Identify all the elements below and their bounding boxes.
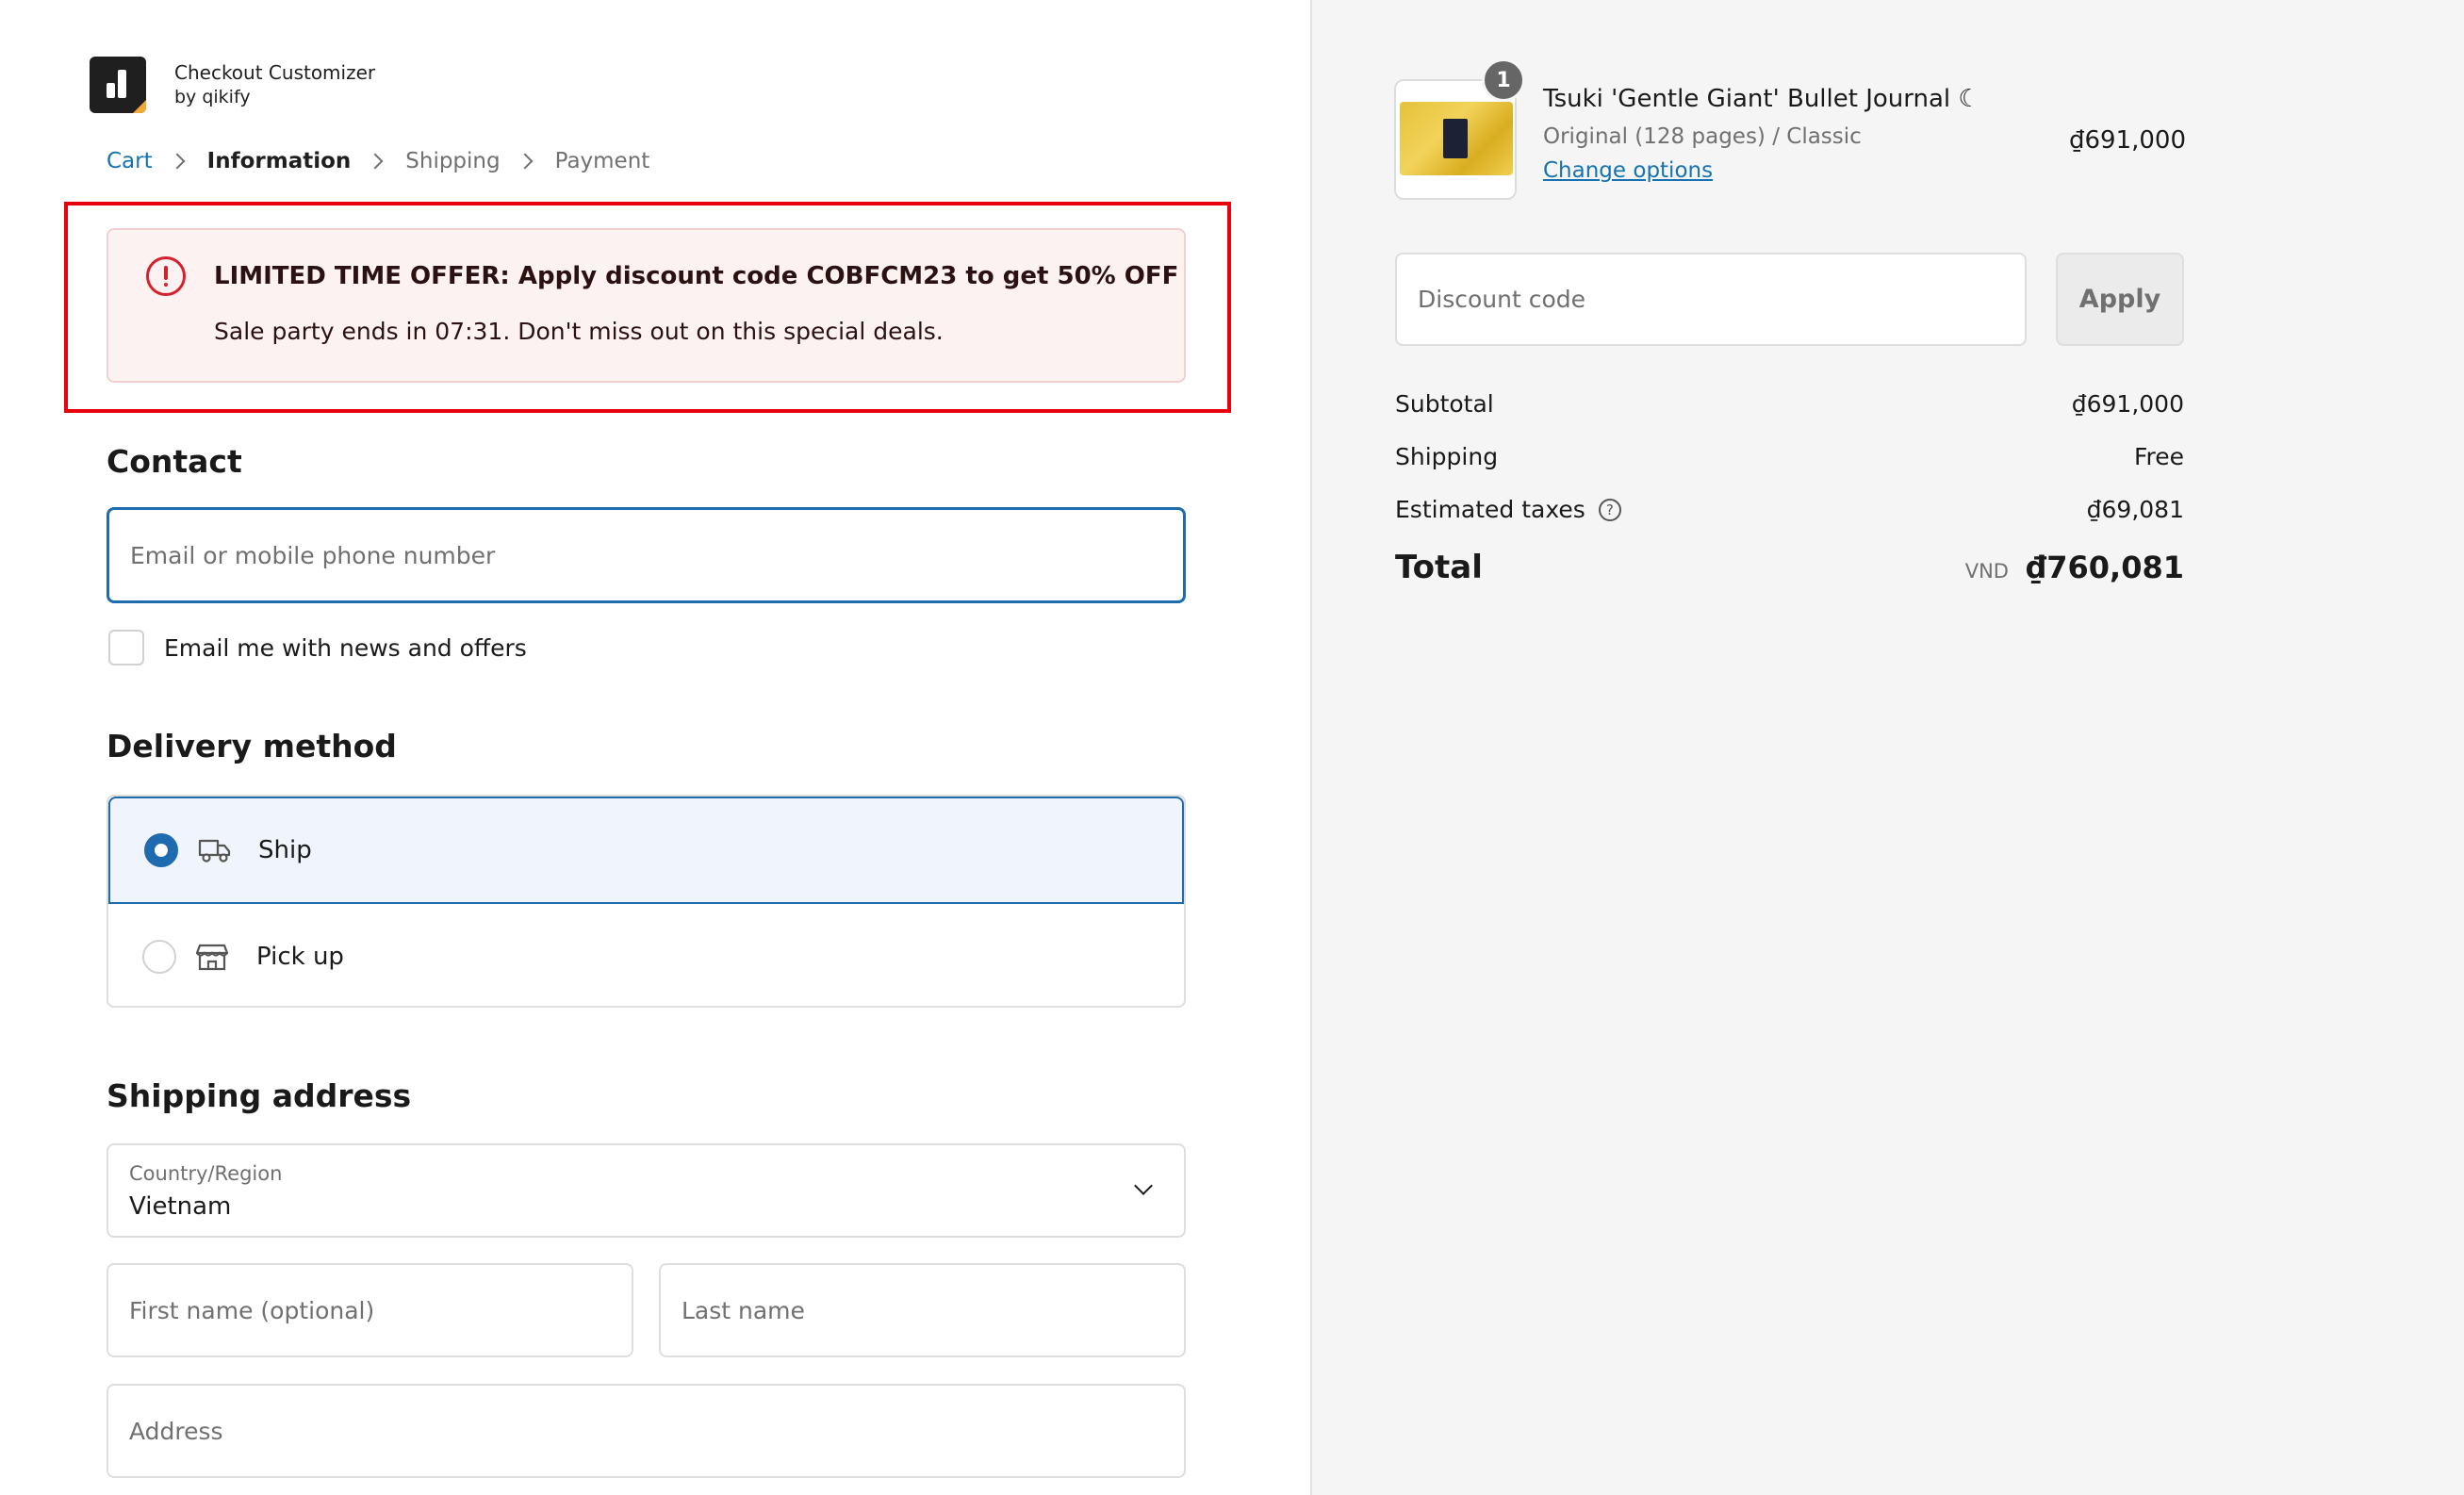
shipping-address-heading: Shipping address [107, 1077, 412, 1114]
product-variant: Original (128 pages) / Classic [1543, 124, 1862, 149]
breadcrumb-shipping: Shipping [405, 149, 501, 173]
total-label: Total [1395, 549, 1483, 586]
quantity-badge: 1 [1482, 58, 1525, 102]
offer-subtitle: Sale party ends in 07:31. Don't miss out… [214, 318, 944, 345]
breadcrumb-information: Information [206, 149, 352, 173]
shipping-row: Shipping Free [1395, 443, 2184, 470]
brand-name: Checkout Customizer [174, 61, 376, 84]
delivery-method-group: Ship Pick up [107, 795, 1186, 1008]
chevron-right-icon [169, 153, 186, 170]
chevron-right-icon [367, 153, 384, 170]
chevron-down-icon[interactable] [1134, 1176, 1153, 1195]
checkout-main: Checkout Customizer by qikify Cart Infor… [0, 0, 1310, 1495]
alert-circle-icon [146, 256, 186, 296]
breadcrumb-payment: Payment [554, 149, 650, 173]
product-price: ₫691,000 [2068, 126, 2186, 155]
ship-label[interactable]: Ship [258, 836, 312, 864]
delivery-heading: Delivery method [107, 728, 397, 764]
contact-heading: Contact [107, 443, 242, 480]
taxes-value: ₫69,081 [2086, 496, 2184, 523]
total-row: Total VND ₫760,081 [1395, 549, 2184, 586]
brand[interactable]: Checkout Customizer by qikify [90, 57, 375, 113]
help-icon[interactable]: ? [1598, 498, 1621, 521]
news-checkbox[interactable] [108, 630, 144, 665]
currency-code: VND [1964, 560, 2009, 583]
pickup-label[interactable]: Pick up [256, 943, 344, 971]
country-select-label: Country/Region [129, 1162, 283, 1185]
news-checkbox-row[interactable]: Email me with news and offers [108, 630, 527, 665]
shipping-value: Free [2133, 443, 2184, 470]
first-name-field[interactable] [107, 1263, 633, 1357]
product-name: Tsuki 'Gentle Giant' Bullet Journal ☾ [1543, 85, 1980, 113]
breadcrumb-cart[interactable]: Cart [107, 149, 153, 173]
last-name-field[interactable] [659, 1263, 1186, 1357]
offer-banner: LIMITED TIME OFFER: Apply discount code … [107, 228, 1186, 383]
apply-discount-button[interactable]: Apply [2056, 253, 2184, 346]
subtotal-row: Subtotal ₫691,000 [1395, 390, 2184, 418]
country-select-value[interactable]: Vietnam [129, 1192, 231, 1221]
ship-radio[interactable] [144, 833, 178, 867]
change-options-link[interactable]: Change options [1543, 158, 1713, 183]
subtotal-label: Subtotal [1395, 390, 1494, 418]
brand-logo [90, 57, 146, 113]
delivery-option-ship[interactable]: Ship [108, 797, 1184, 904]
email-field[interactable] [107, 507, 1186, 603]
store-icon [195, 944, 229, 971]
discount-code-field[interactable] [1395, 253, 2027, 346]
taxes-label: Estimated taxes [1395, 496, 1585, 523]
truck-icon [198, 839, 231, 862]
address-field[interactable] [107, 1384, 1186, 1478]
shipping-label: Shipping [1395, 443, 1499, 470]
offer-title: LIMITED TIME OFFER: Apply discount code … [214, 262, 1179, 290]
delivery-option-pickup[interactable]: Pick up [108, 904, 1184, 1006]
pickup-radio[interactable] [142, 940, 176, 974]
taxes-row: Estimated taxes ? ₫69,081 [1395, 496, 2184, 523]
subtotal-value: ₫691,000 [2071, 390, 2184, 418]
country-select[interactable]: Country/Region Vietnam [107, 1143, 1186, 1238]
breadcrumb: Cart Information Shipping Payment [107, 149, 649, 173]
chevron-right-icon [517, 153, 534, 170]
brand-byline: by qikify [174, 87, 251, 107]
total-value: ₫760,081 [2025, 550, 2184, 585]
news-checkbox-label[interactable]: Email me with news and offers [164, 634, 527, 662]
order-summary: 1 Tsuki 'Gentle Giant' Bullet Journal ☾ … [1310, 0, 2464, 1495]
